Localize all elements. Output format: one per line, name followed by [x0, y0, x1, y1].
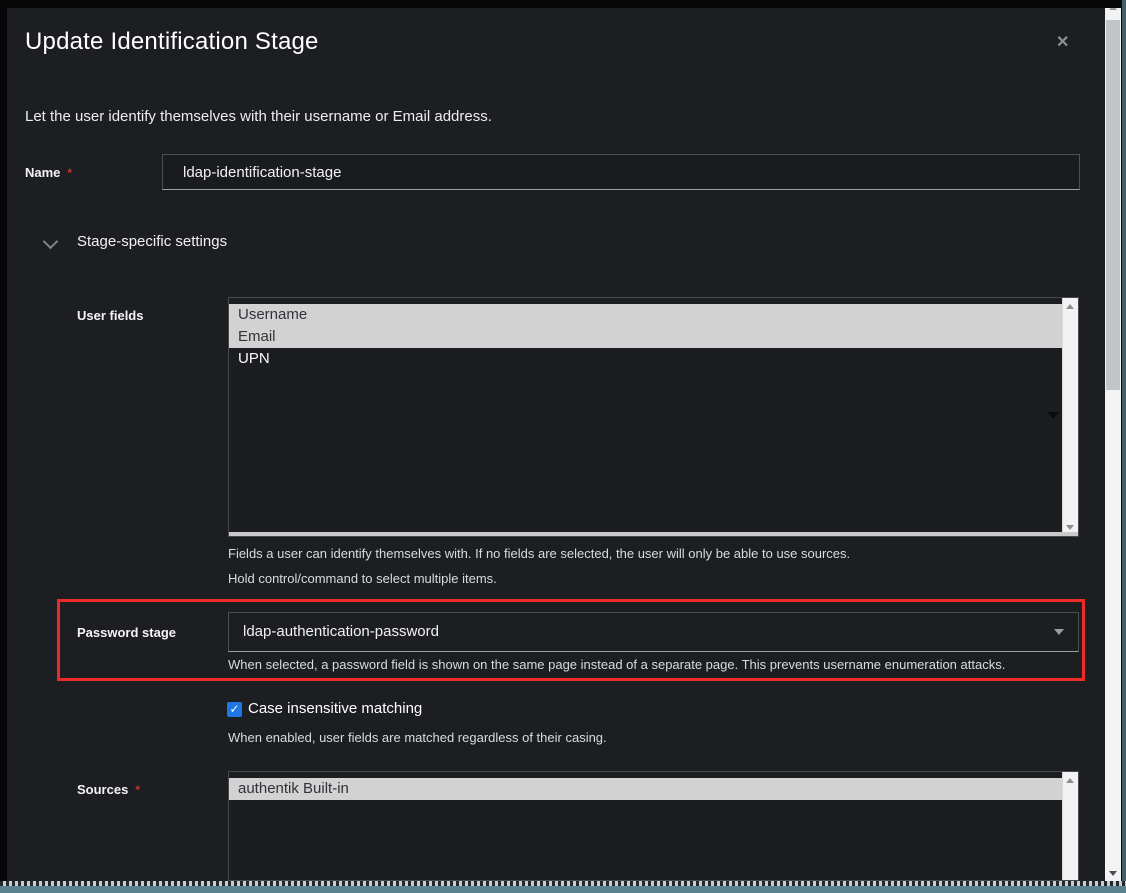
frame-edge-left [0, 0, 7, 893]
case-insensitive-checkbox[interactable]: ✓ [227, 702, 242, 717]
frame-edge-right [1121, 0, 1126, 893]
scrollbar-thumb[interactable] [1106, 20, 1120, 390]
required-asterisk: * [135, 783, 140, 797]
scroll-down-icon[interactable] [1066, 525, 1074, 530]
caret-down-icon [1054, 629, 1064, 635]
listbox-horizontal-scrollbar[interactable] [229, 532, 1078, 536]
required-asterisk: * [67, 166, 72, 180]
chevron-down-icon[interactable] [43, 234, 59, 250]
sources-label: Sources * [77, 782, 140, 797]
list-item-upn[interactable]: UPN [229, 348, 1063, 370]
list-item-authentik-built-in[interactable]: authentik Built-in [229, 778, 1063, 800]
frame-edge-top [0, 0, 1126, 8]
name-label-text: Name [25, 165, 60, 180]
case-insensitive-label[interactable]: Case insensitive matching [248, 700, 422, 717]
name-label: Name * [25, 165, 72, 180]
user-fields-help-2: Hold control/command to select multiple … [228, 571, 497, 586]
close-icon[interactable]: ✕ [1056, 32, 1069, 52]
checkmark-icon: ✓ [229, 702, 239, 716]
scroll-up-icon[interactable] [1066, 778, 1074, 783]
list-item-email[interactable]: Email [229, 326, 1063, 348]
password-stage-select[interactable]: ldap-authentication-password [228, 612, 1079, 652]
listbox-scrollbar[interactable] [1062, 772, 1078, 880]
password-stage-selected-value: ldap-authentication-password [243, 623, 439, 640]
scroll-up-icon[interactable] [1066, 304, 1074, 309]
list-item-username[interactable]: Username [229, 304, 1063, 326]
password-stage-label: Password stage [77, 625, 176, 640]
sources-label-text: Sources [77, 782, 128, 797]
user-fields-listbox[interactable]: Username Email UPN [228, 297, 1079, 537]
password-stage-help: When selected, a password field is shown… [228, 657, 1005, 672]
frame-edge-bottom [0, 886, 1126, 893]
sources-listbox[interactable]: authentik Built-in [228, 771, 1079, 881]
scroll-down-icon[interactable] [1109, 871, 1117, 876]
update-identification-stage-modal: Update Identification Stage ✕ Let the us… [0, 0, 1126, 893]
name-input[interactable] [162, 154, 1080, 190]
modal-description: Let the user identify themselves with th… [25, 108, 492, 125]
select-arrow-icon [1047, 412, 1059, 419]
listbox-scrollbar[interactable] [1062, 298, 1078, 536]
user-fields-help-1: Fields a user can identify themselves wi… [228, 546, 850, 561]
page-title: Update Identification Stage [25, 28, 319, 56]
group-header-stage-specific-settings[interactable]: Stage-specific settings [77, 233, 227, 250]
user-fields-label: User fields [77, 308, 143, 323]
case-insensitive-help: When enabled, user fields are matched re… [228, 730, 607, 745]
